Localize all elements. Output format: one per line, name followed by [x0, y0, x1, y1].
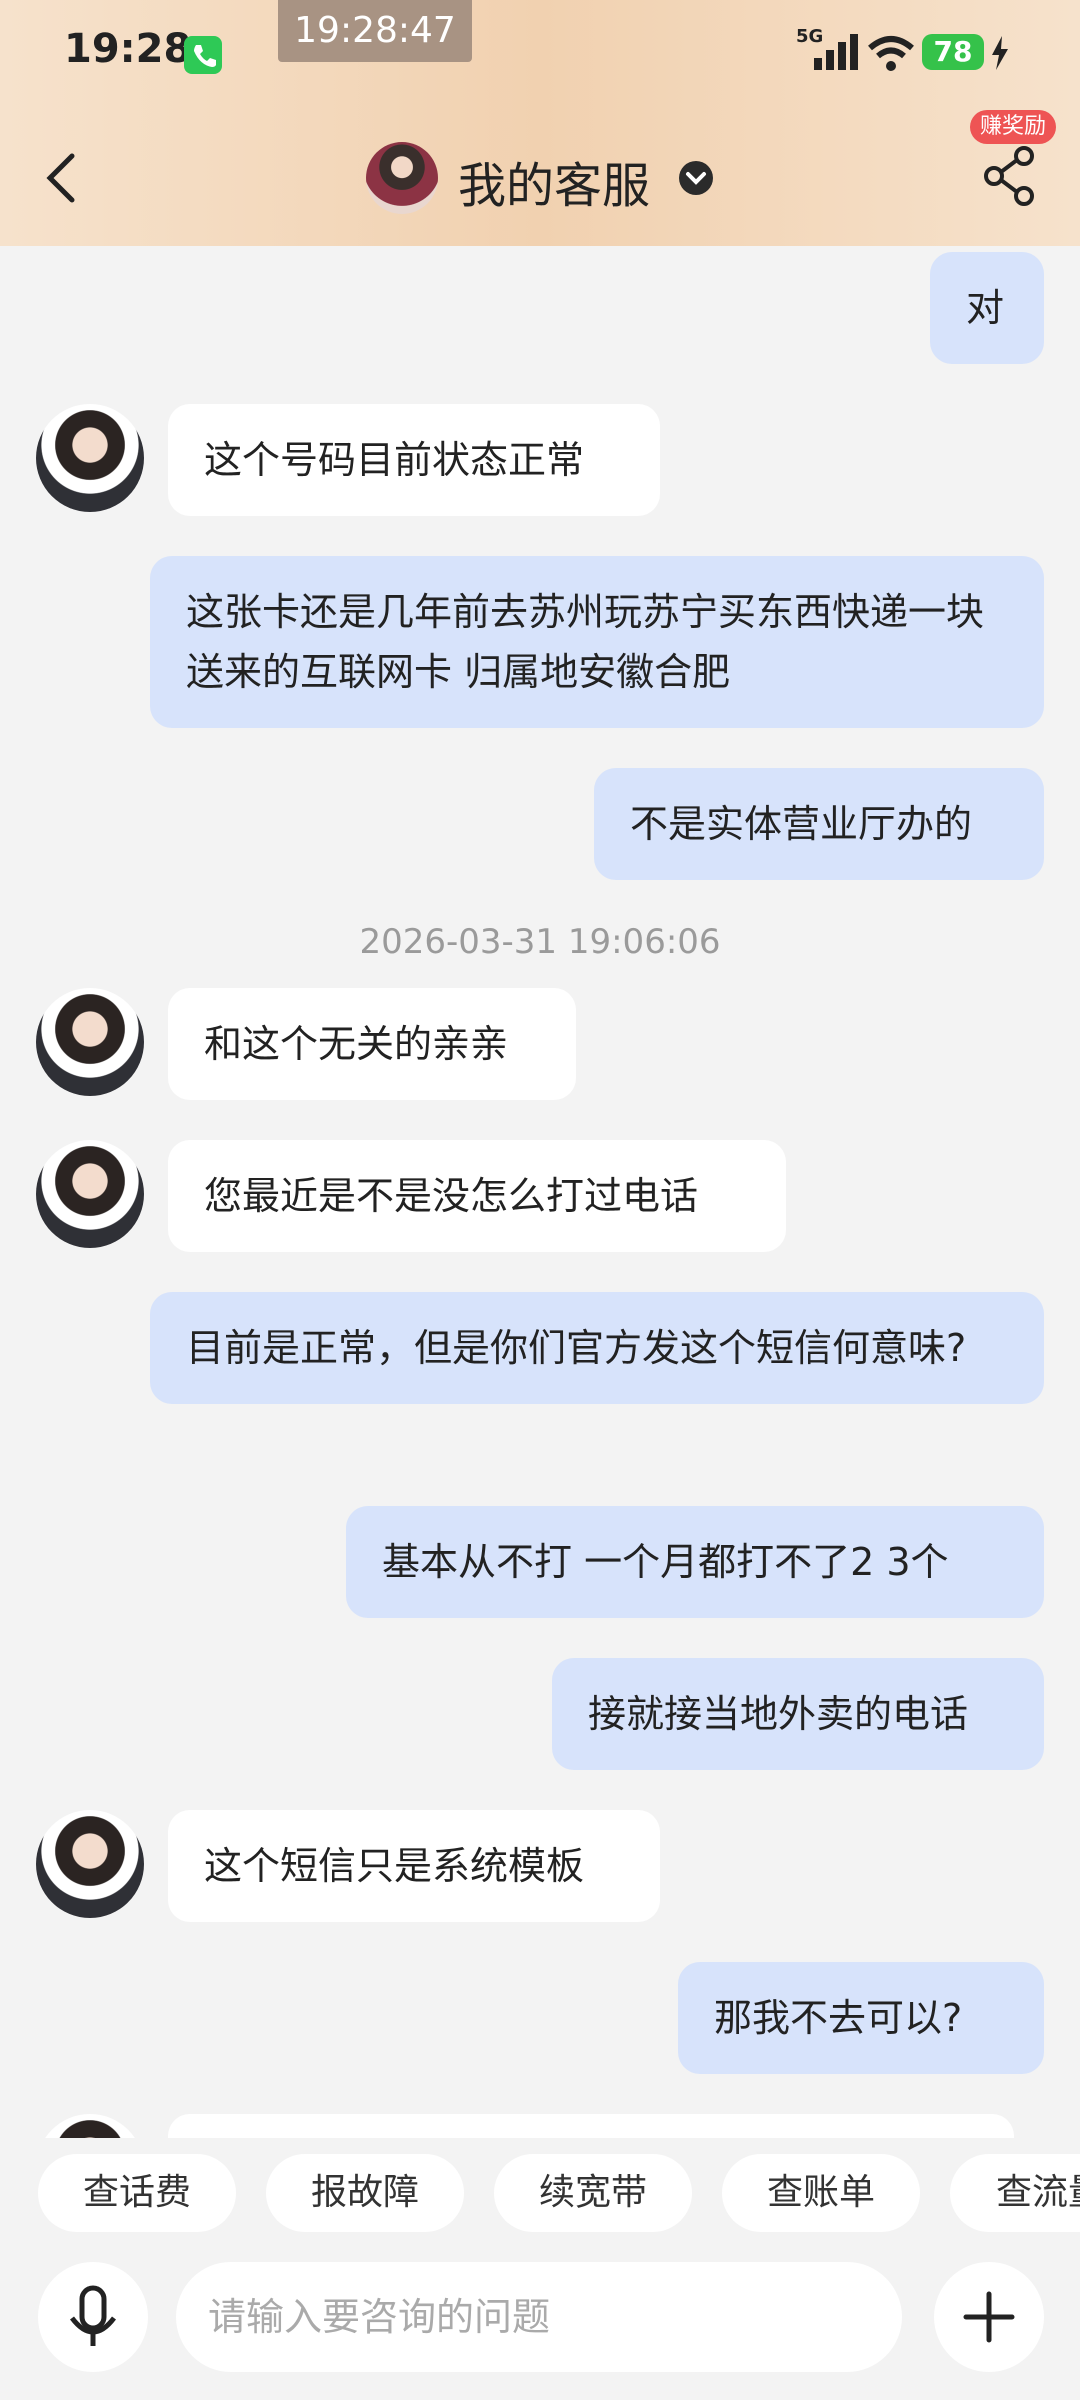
- agent-avatar[interactable]: [366, 142, 438, 214]
- status-time: 19:28: [64, 26, 192, 72]
- chip-report-fault[interactable]: 报故障: [266, 2154, 464, 2232]
- message-bubble-agent-partial[interactable]: [168, 2114, 1014, 2138]
- charging-icon: [992, 36, 1008, 70]
- agent-avatar[interactable]: [36, 404, 144, 512]
- message-bubble-agent[interactable]: 这个短信只是系统模板: [168, 1810, 660, 1922]
- reward-badge[interactable]: 赚奖励: [970, 110, 1057, 144]
- message-bubble-user[interactable]: 目前是正常，但是你们官方发这个短信何意味?: [150, 1292, 1044, 1404]
- microphone-icon: [70, 2285, 116, 2346]
- message-timestamp: 2026-03-31 19:06:06: [359, 922, 721, 962]
- message-bubble-user[interactable]: 这张卡还是几年前去苏州玩苏宁买东西快递一块送来的互联网卡 归属地安徽合肥: [150, 556, 1044, 728]
- agent-avatar[interactable]: [36, 1810, 144, 1918]
- message-bubble-agent[interactable]: 这个号码目前状态正常: [168, 404, 660, 516]
- message-bubble-user[interactable]: 基本从不打 一个月都打不了2 3个: [346, 1506, 1044, 1618]
- agent-avatar[interactable]: [36, 988, 144, 1096]
- message-bubble-user[interactable]: 那我不去可以?: [678, 1962, 1044, 2074]
- share-icon[interactable]: [984, 146, 1036, 206]
- page-title[interactable]: 我的客服: [458, 146, 650, 216]
- chip-check-balance[interactable]: 查话费: [38, 2154, 236, 2232]
- chip-check-bill[interactable]: 查账单: [722, 2154, 920, 2232]
- battery-level: 78: [922, 34, 984, 70]
- message-bubble-agent[interactable]: 和这个无关的亲亲: [168, 988, 576, 1100]
- message-bubble-agent[interactable]: 您最近是不是没怎么打过电话: [168, 1140, 786, 1252]
- chevron-down-icon[interactable]: [678, 160, 714, 196]
- chat-area[interactable]: 对 这个号码目前状态正常 这张卡还是几年前去苏州玩苏宁买东西快递一块送来的互联网…: [0, 246, 1080, 2138]
- message-bubble-user[interactable]: 接就接当地外卖的电话: [552, 1658, 1044, 1770]
- chip-renew-broadband[interactable]: 续宽带: [494, 2154, 692, 2232]
- header: 19:28 19:28:47 5G 78 我的客服 赚奖励: [0, 0, 1080, 246]
- back-icon[interactable]: [42, 148, 82, 208]
- message-bubble-user[interactable]: 对: [930, 252, 1044, 364]
- agent-avatar[interactable]: [36, 2114, 144, 2138]
- voice-button[interactable]: [38, 2262, 148, 2372]
- message-bubble-user[interactable]: 不是实体营业厅办的: [594, 768, 1044, 880]
- quick-actions: 查话费 报故障 续宽带 查账单 查流量: [0, 2148, 1080, 2234]
- signal-icon: [814, 34, 858, 70]
- input-bar: [0, 2236, 1080, 2400]
- call-icon: [184, 36, 222, 74]
- wifi-icon: [868, 36, 914, 71]
- chip-check-data[interactable]: 查流量: [950, 2154, 1080, 2232]
- question-input[interactable]: [176, 2262, 902, 2372]
- plus-icon: [963, 2291, 1015, 2343]
- agent-avatar[interactable]: [36, 1140, 144, 1248]
- more-button[interactable]: [934, 2262, 1044, 2372]
- recording-time: 19:28:47: [278, 0, 472, 62]
